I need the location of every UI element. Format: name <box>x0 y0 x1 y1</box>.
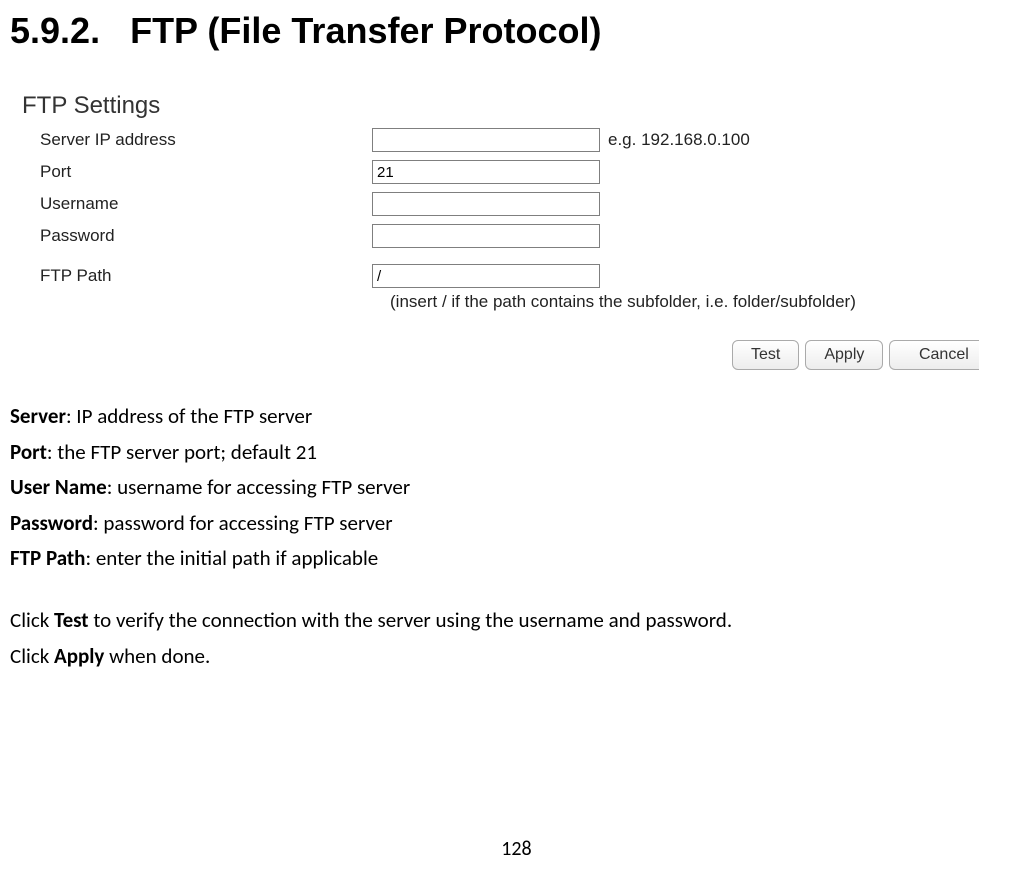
row-password: Password <box>22 224 1033 248</box>
desc-pass-text: : password for accessing FTP server <box>93 510 393 536</box>
desc-password: Password: password for accessing FTP ser… <box>10 507 1033 541</box>
test-button[interactable]: Test <box>732 340 799 370</box>
row-ftp-path: FTP Path <box>22 264 1033 288</box>
desc-port-term: Port <box>10 439 47 465</box>
label-password: Password <box>22 226 372 246</box>
click-test-bold: Test <box>54 607 89 633</box>
cancel-button[interactable]: Cancel <box>889 340 979 370</box>
click-apply-bold: Apply <box>54 643 104 669</box>
desc-port: Port: the FTP server port; default 21 <box>10 436 1033 470</box>
desc-user-term: User Name <box>10 474 107 500</box>
section-heading: 5.9.2. FTP (File Transfer Protocol) <box>0 0 1033 52</box>
desc-click-test: Click Test to verify the connection with… <box>10 604 1033 638</box>
label-username: Username <box>22 194 372 214</box>
page-number: 128 <box>0 837 1033 861</box>
desc-path-text: : enter the initial path if applicable <box>85 545 378 571</box>
section-number: 5.9.2. <box>10 10 100 52</box>
click-apply-pre: Click <box>10 643 54 669</box>
section-title: FTP (File Transfer Protocol) <box>130 10 601 52</box>
desc-pass-term: Password <box>10 510 93 536</box>
button-row: Test Apply Cancel <box>732 340 1033 370</box>
input-password[interactable] <box>372 224 600 248</box>
description-block: Server: IP address of the FTP server Por… <box>10 400 1033 673</box>
label-ftp-path: FTP Path <box>22 266 372 286</box>
desc-user-text: : username for accessing FTP server <box>107 474 410 500</box>
input-username[interactable] <box>372 192 600 216</box>
click-apply-post: when done. <box>104 643 210 669</box>
click-test-post: to verify the connection with the server… <box>89 607 733 633</box>
desc-server-term: Server <box>10 403 66 429</box>
input-port[interactable] <box>372 160 600 184</box>
input-ftp-path[interactable] <box>372 264 600 288</box>
note-ftp-path: (insert / if the path contains the subfo… <box>390 292 1033 312</box>
label-port: Port <box>22 162 372 182</box>
desc-click-apply: Click Apply when done. <box>10 640 1033 674</box>
input-server-ip[interactable] <box>372 128 600 152</box>
desc-port-text: : the FTP server port; default 21 <box>47 439 317 465</box>
row-server-ip: Server IP address e.g. 192.168.0.100 <box>22 128 1033 152</box>
label-server-ip: Server IP address <box>22 130 372 150</box>
desc-ftp-path: FTP Path: enter the initial path if appl… <box>10 542 1033 576</box>
hint-server-ip: e.g. 192.168.0.100 <box>608 130 750 150</box>
row-port: Port <box>22 160 1033 184</box>
panel-title: FTP Settings <box>22 92 1033 120</box>
click-test-pre: Click <box>10 607 54 633</box>
desc-username: User Name: username for accessing FTP se… <box>10 471 1033 505</box>
apply-button[interactable]: Apply <box>805 340 883 370</box>
desc-server-text: : IP address of the FTP server <box>66 403 312 429</box>
desc-path-term: FTP Path <box>10 545 85 571</box>
row-username: Username <box>22 192 1033 216</box>
desc-server: Server: IP address of the FTP server <box>10 400 1033 434</box>
ftp-settings-panel: FTP Settings Server IP address e.g. 192.… <box>22 92 1033 370</box>
